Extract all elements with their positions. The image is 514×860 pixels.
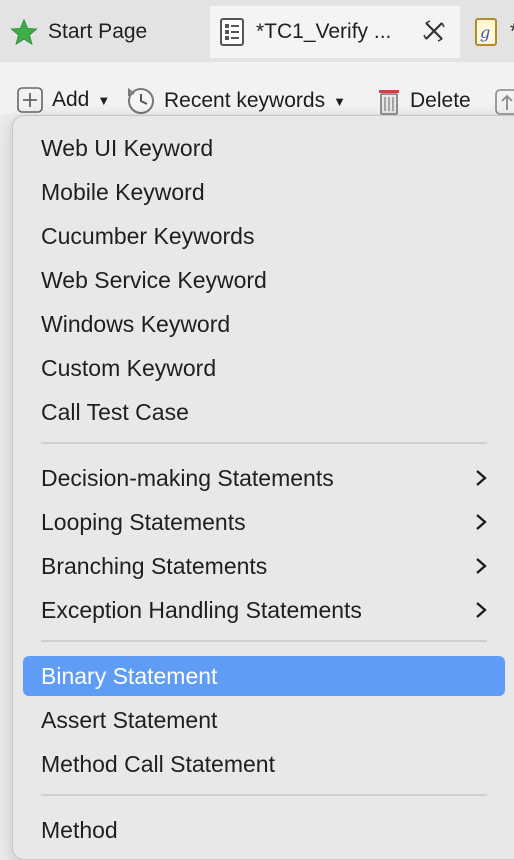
move-up-button[interactable] [494, 88, 514, 116]
tab-test-case[interactable]: *TC1_Verify ... [210, 6, 460, 58]
chevron-right-icon [476, 558, 487, 574]
menu-item-looping-statements[interactable]: Looping Statements [23, 502, 505, 542]
tab-label: * [510, 20, 514, 44]
menu-item-label: Branching Statements [41, 552, 268, 579]
menu-item-label: Decision-making Statements [41, 464, 334, 491]
clock-icon [126, 86, 156, 116]
chevron-down-icon: ▼ [333, 93, 346, 109]
menu-item-label: Exception Handling Statements [41, 596, 362, 623]
menu-item-decision-making-statements[interactable]: Decision-making Statements [23, 458, 505, 498]
menu-item-assert-statement[interactable]: Assert Statement [23, 700, 505, 740]
menu-item-windows-keyword[interactable]: Windows Keyword [23, 304, 505, 344]
menu-item-web-ui-keyword[interactable]: Web UI Keyword [23, 128, 505, 168]
add-button[interactable]: Add ▼ [16, 86, 110, 114]
recent-keywords-label: Recent keywords [164, 89, 326, 112]
tab-label: *TC1_Verify ... [256, 20, 392, 43]
tab-start-page[interactable]: Start Page [0, 6, 206, 58]
arrow-up-icon [494, 88, 514, 116]
menu-item-method-call-statement[interactable]: Method Call Statement [23, 744, 505, 784]
tab-label: Start Page [48, 20, 148, 43]
close-icon[interactable] [422, 19, 446, 43]
menu-item-label: Looping Statements [41, 508, 246, 535]
test-case-icon [218, 18, 246, 46]
chevron-right-icon [476, 470, 487, 486]
add-label: Add [52, 88, 90, 111]
menu-separator [41, 640, 487, 642]
menu-item-custom-keyword[interactable]: Custom Keyword [23, 348, 505, 388]
menu-separator [41, 442, 487, 444]
menu-item-mobile-keyword[interactable]: Mobile Keyword [23, 172, 505, 212]
delete-label: Delete [410, 89, 471, 112]
add-dropdown-menu: Web UI Keyword Mobile Keyword Cucumber K… [12, 115, 514, 860]
menu-item-method[interactable]: Method [23, 810, 505, 850]
star-icon [10, 18, 38, 46]
chevron-down-icon: ▼ [97, 92, 111, 108]
plus-icon [16, 86, 44, 114]
delete-button[interactable]: Delete [376, 86, 471, 116]
trash-icon [376, 86, 402, 116]
tab-groovy-file[interactable]: g * [462, 6, 514, 58]
recent-keywords-button[interactable]: Recent keywords ▼ [126, 86, 346, 116]
menu-separator [41, 794, 487, 796]
chevron-right-icon [476, 514, 487, 530]
editor-tab-bar: Start Page *TC1_Verify ... g * [0, 0, 514, 62]
menu-item-web-service-keyword[interactable]: Web Service Keyword [23, 260, 505, 300]
menu-item-branching-statements[interactable]: Branching Statements [23, 546, 505, 586]
menu-item-call-test-case[interactable]: Call Test Case [23, 392, 505, 432]
toolbar: Add ▼ Recent keywords ▼ Delete [0, 62, 514, 116]
chevron-right-icon [476, 602, 487, 618]
menu-item-binary-statement[interactable]: Binary Statement [23, 656, 505, 696]
menu-item-exception-handling-statements[interactable]: Exception Handling Statements [23, 590, 505, 630]
groovy-file-icon: g [472, 18, 500, 46]
menu-item-cucumber-keywords[interactable]: Cucumber Keywords [23, 216, 505, 256]
svg-text:g: g [480, 23, 490, 42]
